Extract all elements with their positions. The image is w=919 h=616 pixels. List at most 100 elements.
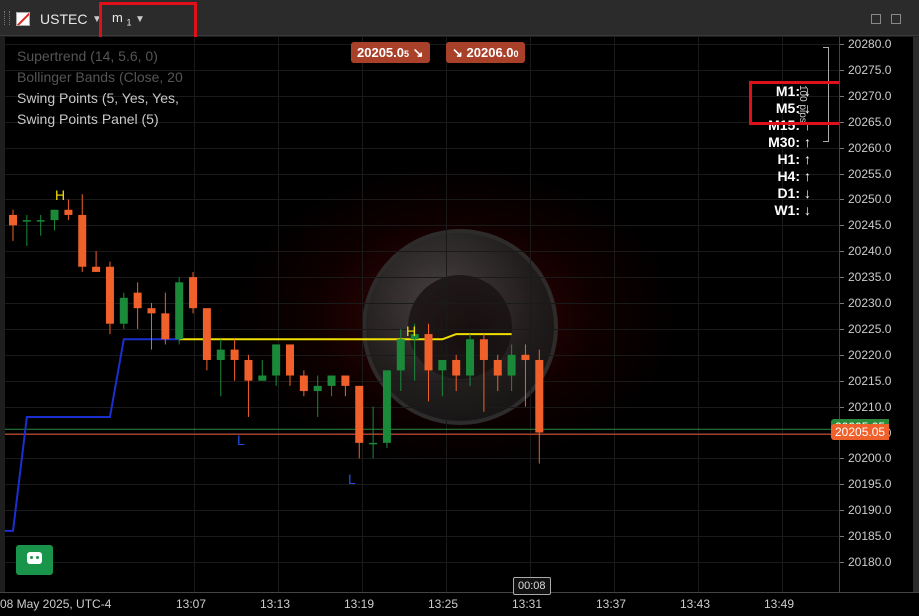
price-tick-label: 20260.0 [848, 140, 892, 155]
candle-bear [493, 359, 502, 376]
time-tick-label: 13:25 [428, 597, 459, 611]
robot-icon [27, 552, 42, 564]
price-tick-mark [840, 458, 844, 460]
price-tick-mark [840, 354, 844, 356]
symbol-flag-icon [16, 12, 30, 26]
candle-bull [313, 385, 322, 392]
supertrend-down-line [5, 338, 180, 532]
candle-bull [396, 339, 405, 371]
cbot-button[interactable] [16, 545, 53, 575]
candle-bear [147, 308, 156, 314]
price-tick-label: 20215.0 [848, 373, 892, 388]
indicator-label-bollinger[interactable]: Bollinger Bands (Close, 20 [17, 69, 183, 85]
buy-button[interactable]: ↘ 20206.00 [446, 42, 525, 63]
candle-bull [438, 359, 447, 371]
detach-window-icon[interactable] [871, 14, 881, 24]
candle-bear [202, 308, 211, 360]
time-tick-label: 13:31 [512, 597, 543, 611]
sell-price-small: 5 [404, 49, 410, 59]
swing-high-label: H [406, 323, 417, 339]
price-tick-mark [840, 277, 844, 279]
price-tick-mark [840, 199, 844, 201]
price-tick-mark [840, 251, 844, 253]
bar-countdown: 00:08 [513, 577, 551, 595]
price-tick-label: 20270.0 [848, 88, 892, 103]
price-tick-label: 20220.0 [848, 347, 892, 362]
candle-bear [341, 375, 350, 386]
price-tick-label: 20225.0 [848, 321, 892, 336]
price-axis[interactable]: 20280.0 20275.0 20270.0 20265.0 20260.0 20255… [839, 37, 919, 592]
price-tick-mark [840, 484, 844, 486]
candle-bull [327, 375, 336, 386]
current-price-tag: 20205.05 [831, 424, 890, 440]
supertrend-up-line [179, 333, 512, 341]
chart-header: USTEC ▼ m 1 ▼ [0, 0, 919, 47]
drag-handle-icon[interactable] [4, 11, 10, 25]
price-tick-label: 20265.0 [848, 114, 892, 129]
buy-price: 20206.0 [466, 45, 514, 60]
sell-button[interactable]: 20205.05 ↘ [351, 42, 430, 63]
candle-bear [286, 344, 294, 376]
swing-high-label: H [55, 187, 66, 203]
right-scrollbar[interactable] [913, 37, 919, 592]
chart-area[interactable]: Supertrend (14, 5.6, 0) Bollinger Bands … [5, 37, 839, 592]
candle-bear [92, 266, 101, 272]
time-axis[interactable]: 08 May 2025, UTC-4 13:07 13:13 13:19 13:25 1… [0, 592, 919, 616]
price-tick-mark [840, 536, 844, 538]
mtf-direction-arrow-icon: ↑ [804, 134, 811, 150]
price-tick-label: 20245.0 [848, 218, 892, 233]
candle-bear [230, 349, 239, 360]
mtf-direction-arrow-icon: ↓ [804, 185, 811, 201]
price-tick-mark [840, 303, 844, 304]
swing-low-label: L [237, 432, 245, 448]
candle-bear [64, 209, 73, 215]
date-label: 08 May 2025, UTC-4 [0, 597, 112, 611]
price-tick-mark [840, 225, 844, 227]
price-tick-mark [840, 510, 844, 512]
indicator-label-swing-points-panel[interactable]: Swing Points Panel (5) [17, 111, 159, 127]
mtf-timeframe-label: W1: [774, 202, 800, 218]
candle-bear [535, 359, 544, 433]
indicator-label-swing-points[interactable]: Swing Points (5, Yes, Yes, [17, 90, 179, 106]
price-tick-label: 20190.0 [848, 503, 892, 518]
candle-bear [479, 339, 488, 360]
maximize-window-icon[interactable] [891, 14, 901, 24]
mtf-direction-arrow-icon: ↑ [804, 151, 811, 167]
mtf-direction-arrow-icon: ↑ [804, 168, 811, 184]
price-tick-mark [840, 562, 844, 563]
candle-bull [36, 220, 45, 222]
swing-low-label: L [348, 471, 356, 487]
candle-bear [452, 359, 461, 376]
candle-bull [258, 375, 267, 381]
candle-bear [244, 359, 253, 381]
candle-bear [355, 385, 364, 443]
candle-bull [119, 297, 128, 324]
price-tick-label: 20250.0 [848, 192, 892, 207]
candle-bull [272, 344, 281, 376]
buy-price-small: 0 [513, 49, 519, 59]
sell-price: 20205.0 [357, 45, 404, 60]
time-tick-label: 13:19 [344, 597, 375, 611]
price-tick-mark [840, 95, 844, 97]
candle-bull [466, 339, 475, 376]
price-tick-mark [840, 328, 844, 330]
candle-bull [175, 282, 184, 340]
price-tick-label: 20180.0 [848, 555, 892, 569]
price-tick-label: 20235.0 [848, 270, 892, 285]
indicator-label-supertrend[interactable]: Supertrend (14, 5.6, 0) [17, 48, 158, 64]
price-tick-label: 20255.0 [848, 166, 892, 181]
candle-bear [299, 375, 308, 392]
symbol-selector[interactable]: USTEC [40, 11, 87, 27]
time-tick-label: 13:07 [176, 597, 207, 611]
mtf-timeframe-label: H4: [777, 168, 800, 184]
sell-arrow-icon: ↘ [412, 45, 424, 60]
price-tick-label: 20275.0 [848, 62, 892, 77]
mtf-timeframe-label: H1: [777, 151, 800, 167]
candle-bull [369, 442, 378, 445]
mtf-timeframe-label: M30: [768, 134, 800, 150]
candle-bear [133, 292, 142, 309]
candle-bull [382, 370, 391, 443]
price-tick-mark [840, 69, 844, 71]
highlight-box-mtf [749, 81, 839, 125]
mtf-row: D1: ↓ [777, 185, 811, 201]
